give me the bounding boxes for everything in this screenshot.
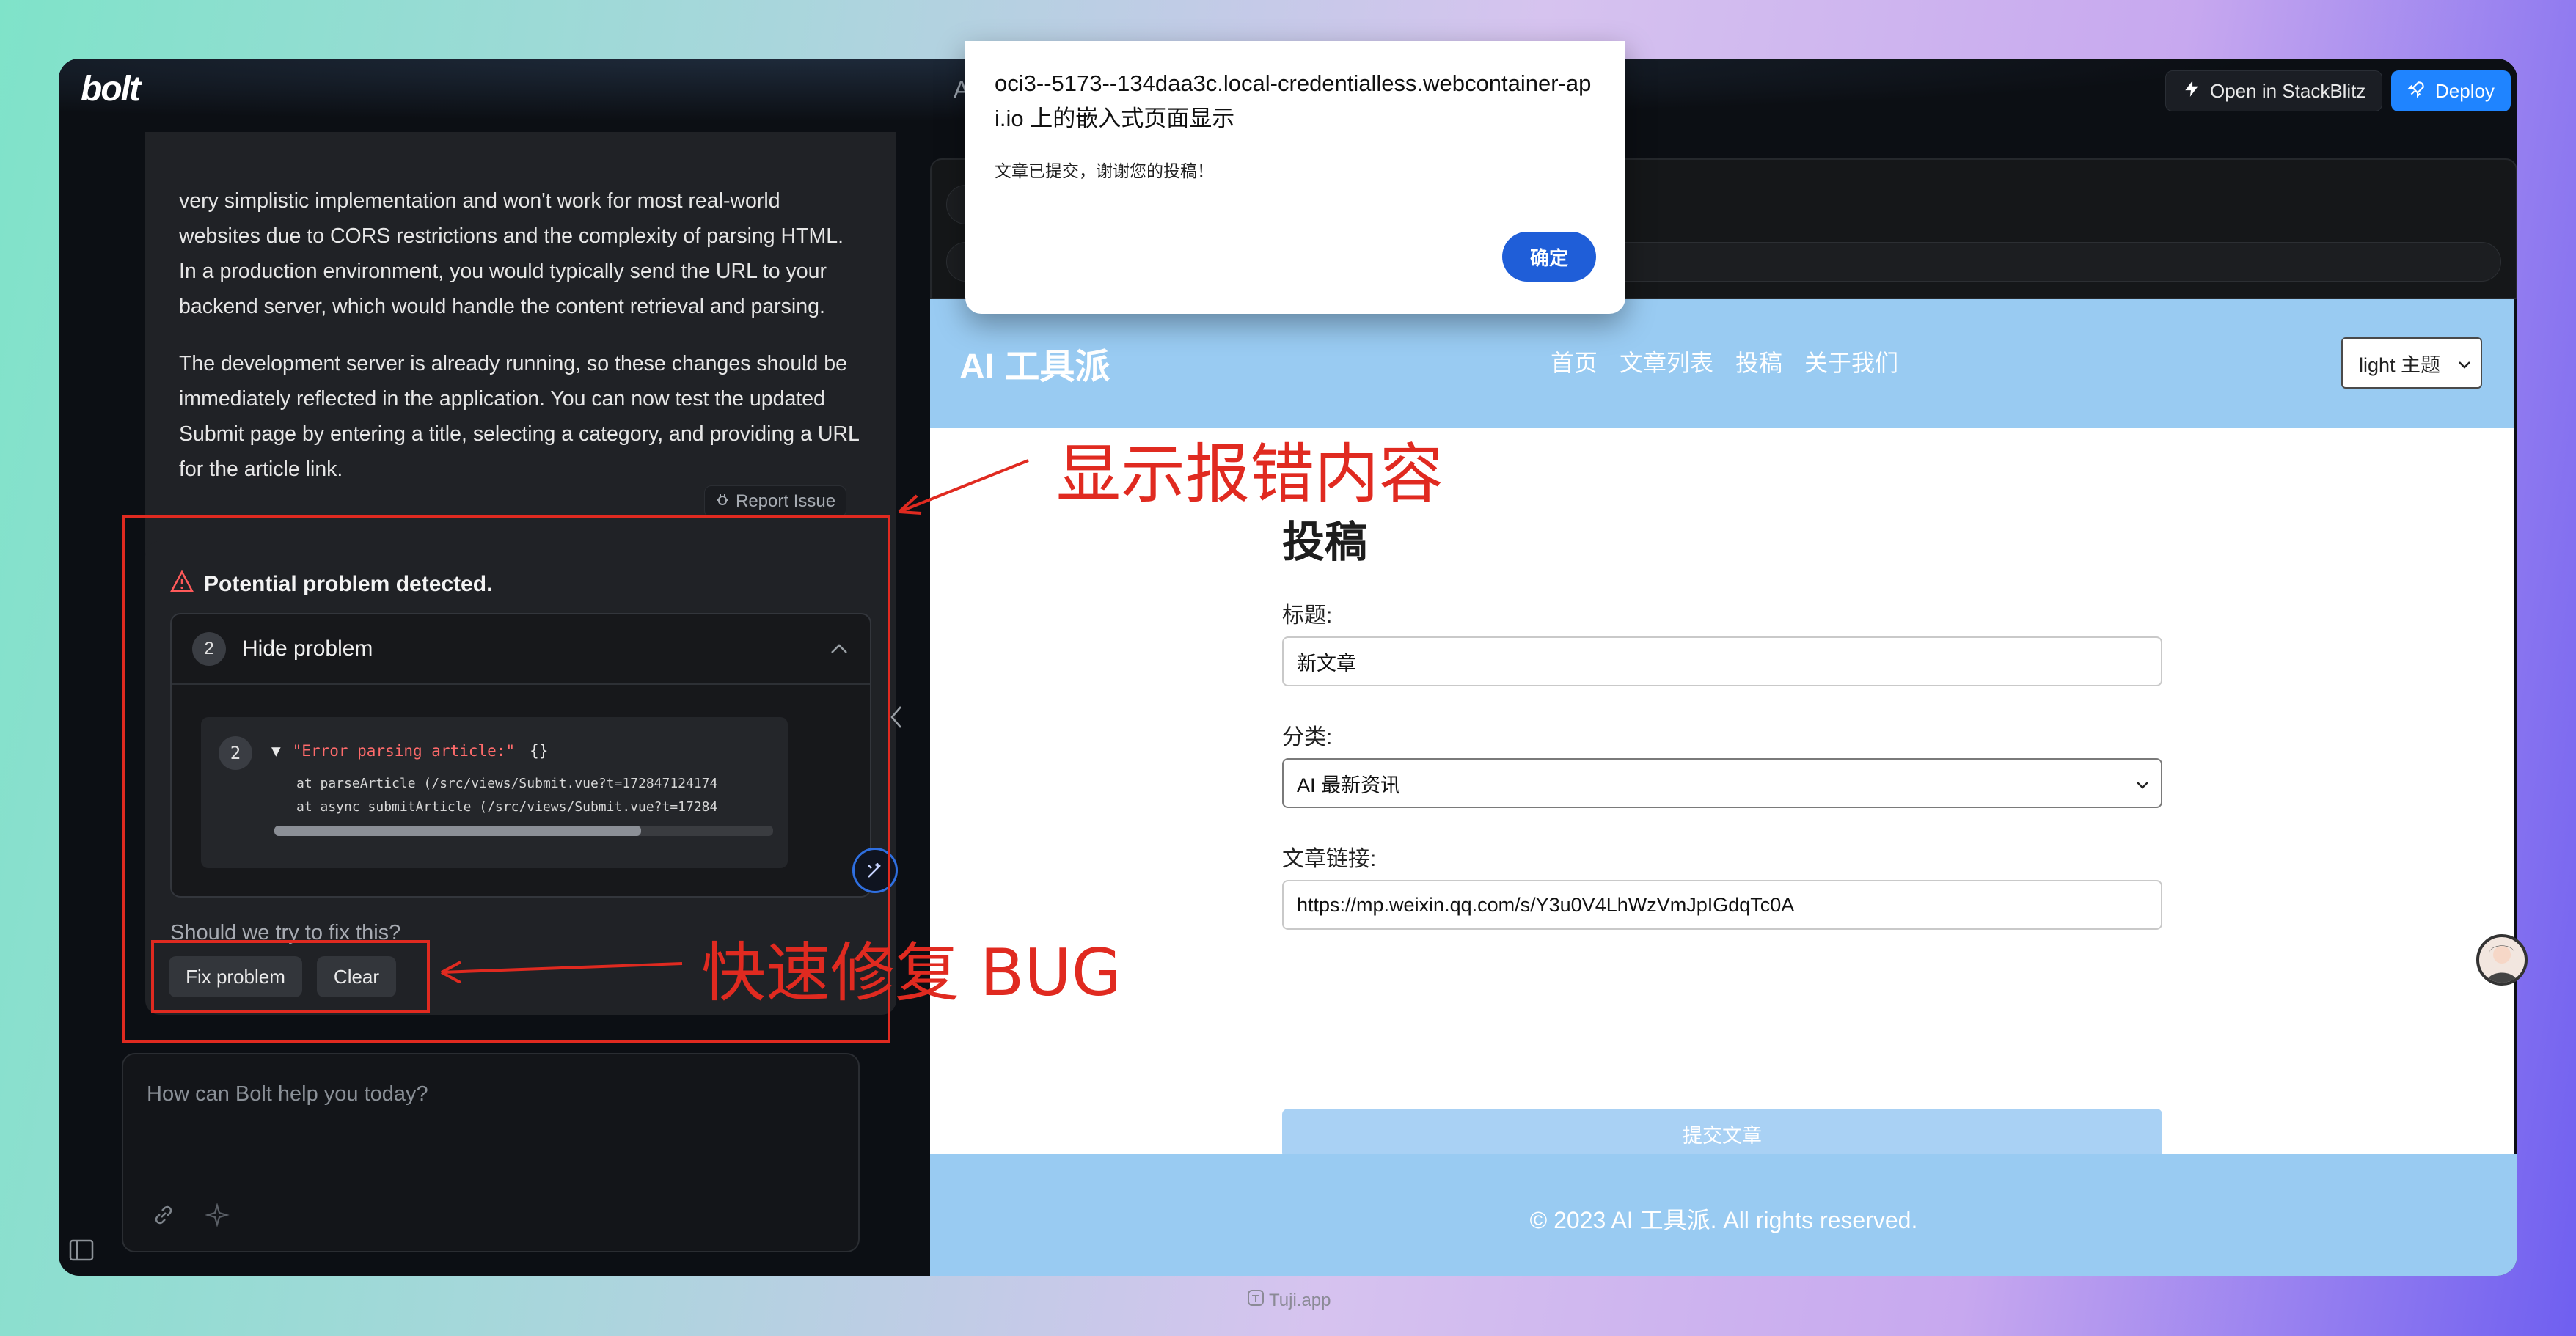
report-issue-label: Report Issue bbox=[736, 491, 836, 511]
watermark: Tuji.app bbox=[1247, 1289, 1331, 1312]
report-issue-button[interactable]: Report Issue bbox=[704, 485, 847, 518]
prompt-box[interactable]: How can Bolt help you today? bbox=[122, 1053, 860, 1252]
dialog-title: oci3--5173--134daa3c.local-credentialles… bbox=[995, 70, 1592, 131]
site-logo[interactable]: AI 工具派 bbox=[959, 337, 1110, 389]
chevron-down-icon bbox=[2458, 352, 2471, 375]
category-label: 分类: bbox=[1282, 725, 1333, 749]
title-input-value: 新文章 bbox=[1297, 652, 1356, 675]
link-input[interactable]: https://mp.weixin.qq.com/s/Y3u0V4LhWzVmJ… bbox=[1282, 880, 2162, 930]
fix-highlight-box bbox=[151, 940, 430, 1013]
nav-home[interactable]: 首页 bbox=[1551, 345, 1598, 378]
preview-pane: AI 工具派 首页 文章列表 投稿 关于我们 light 主题 投稿 标题: 新… bbox=[930, 158, 2517, 1276]
site-nav: 首页 文章列表 投稿 关于我们 bbox=[1551, 345, 1898, 378]
message-paragraph-1: very simplistic implementation and won't… bbox=[179, 189, 844, 318]
nav-articles[interactable]: 文章列表 bbox=[1620, 345, 1713, 378]
link-label: 文章链接: bbox=[1282, 847, 1377, 871]
sidebar-toggle-icon[interactable] bbox=[69, 1239, 94, 1265]
title-input[interactable]: 新文章 bbox=[1282, 636, 2162, 686]
bolt-logo[interactable]: bolt bbox=[81, 69, 141, 109]
theme-select-value: light 主题 bbox=[2359, 353, 2441, 376]
dialog-ok-button[interactable]: 确定 bbox=[1502, 232, 1596, 282]
deploy-button[interactable]: Deploy bbox=[2391, 70, 2511, 111]
link-icon[interactable] bbox=[151, 1203, 176, 1231]
tuji-logo-icon bbox=[1247, 1289, 1265, 1312]
error-annotation: 显示报错内容 bbox=[1056, 436, 1444, 512]
nav-submit[interactable]: 投稿 bbox=[1735, 345, 1782, 378]
dialog-message: 文章已提交，谢谢您的投稿！ bbox=[995, 161, 1214, 180]
rocket-icon bbox=[2407, 79, 2426, 103]
submit-article-button[interactable]: 提交文章 bbox=[1282, 1109, 2162, 1159]
site-header: AI 工具派 首页 文章列表 投稿 关于我们 light 主题 bbox=[930, 299, 2514, 428]
alert-dialog: oci3--5173--134daa3c.local-credentialles… bbox=[965, 41, 1625, 314]
watermark-text: Tuji.app bbox=[1269, 1290, 1331, 1310]
chevron-down-icon bbox=[2136, 772, 2149, 795]
deploy-label: Deploy bbox=[2435, 79, 2495, 102]
message-paragraph-2: The development server is already runnin… bbox=[179, 352, 859, 481]
arrow-icon bbox=[441, 961, 683, 983]
arrow-icon bbox=[898, 459, 1029, 515]
sparkle-icon[interactable] bbox=[205, 1203, 230, 1231]
theme-select[interactable]: light 主题 bbox=[2341, 337, 2482, 389]
link-input-value: https://mp.weixin.qq.com/s/Y3u0V4LhWzVmJ… bbox=[1297, 893, 1795, 916]
lightning-icon bbox=[2182, 79, 2201, 103]
chevron-left-icon[interactable] bbox=[889, 704, 904, 734]
nav-about[interactable]: 关于我们 bbox=[1804, 345, 1898, 378]
site-footer: © 2023 AI 工具派. All rights reserved. bbox=[930, 1154, 2517, 1276]
fix-annotation: 快速修复 BUG bbox=[701, 935, 1121, 1010]
category-select-value: AI 最新资讯 bbox=[1297, 774, 1401, 796]
user-avatar[interactable] bbox=[2476, 934, 2528, 986]
open-in-stackblitz-label: Open in StackBlitz bbox=[2210, 79, 2366, 102]
page-title: 投稿 bbox=[1282, 518, 1368, 566]
bug-icon bbox=[715, 491, 730, 512]
prompt-placeholder[interactable]: How can Bolt help you today? bbox=[147, 1082, 428, 1106]
category-select[interactable]: AI 最新资讯 bbox=[1282, 758, 2162, 808]
open-in-stackblitz-button[interactable]: Open in StackBlitz bbox=[2165, 70, 2383, 111]
title-label: 标题: bbox=[1282, 603, 1333, 628]
